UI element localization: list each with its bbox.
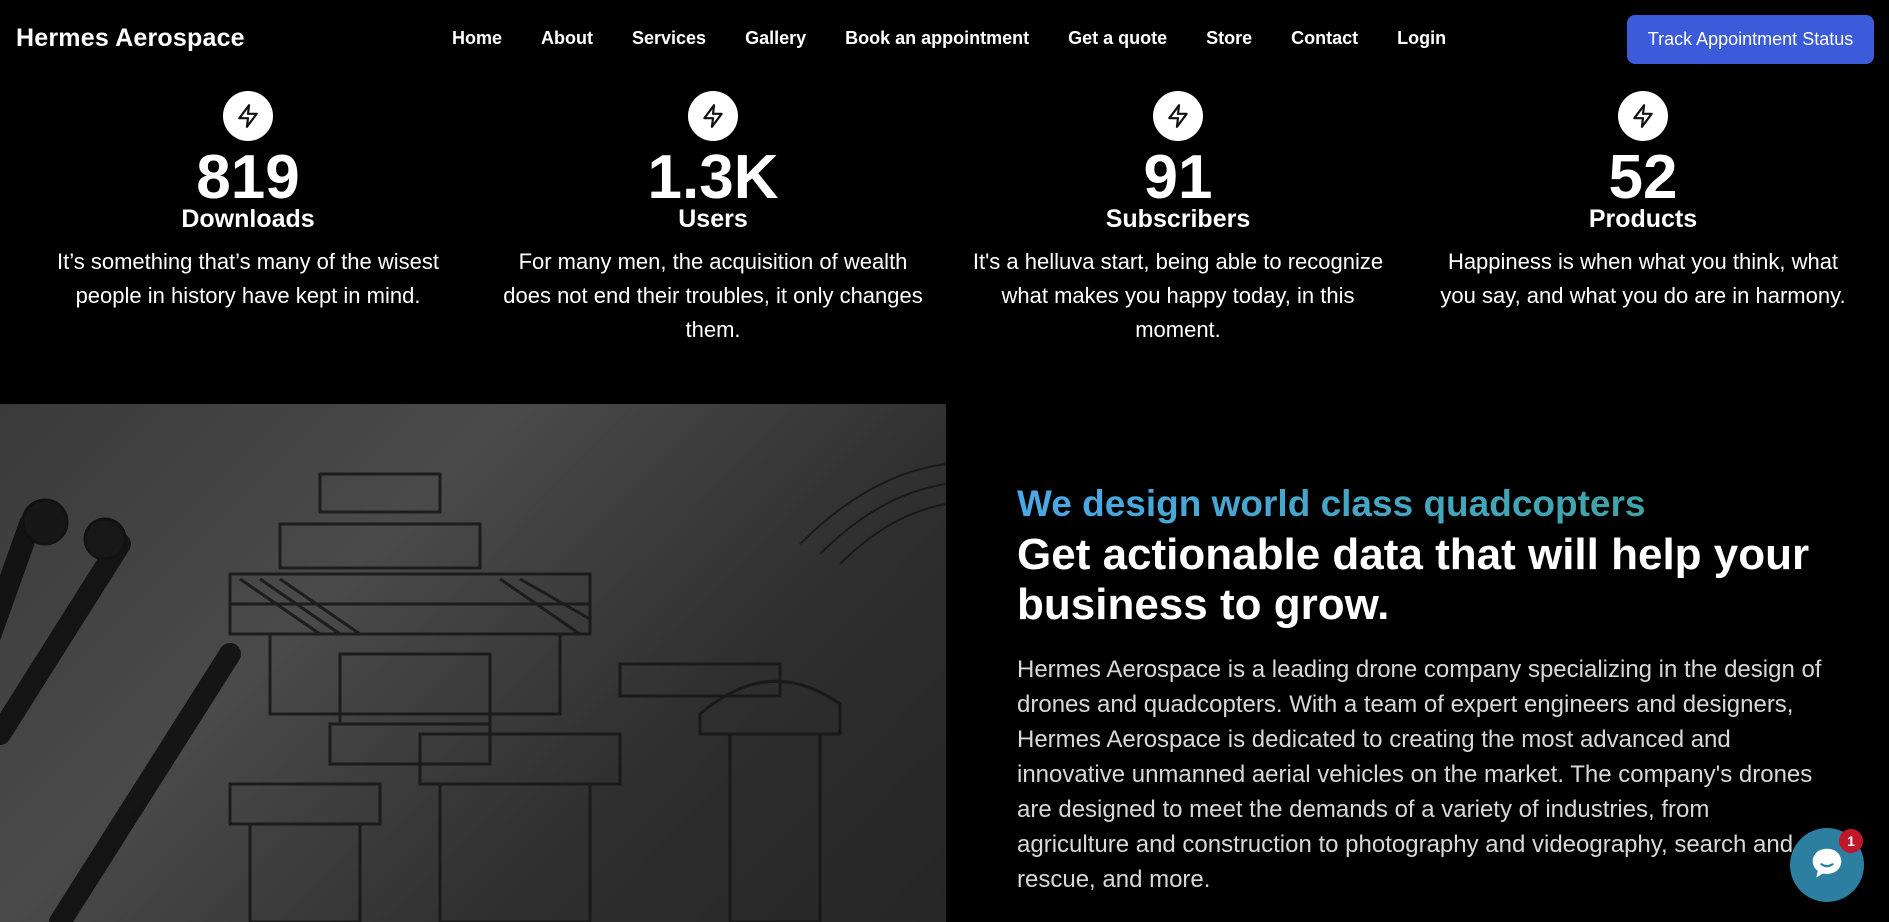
- stat-description: Happiness is when what you think, what y…: [1440, 249, 1846, 308]
- page: Hermes Aerospace Home About Services Gal…: [0, 0, 1889, 922]
- stat-users: 1.3K Users For many men, the acquisition…: [493, 82, 933, 347]
- nav-store[interactable]: Store: [1206, 28, 1252, 49]
- about-text: We design world class quadcopters Get ac…: [1017, 482, 1827, 897]
- stat-label: Products: [1588, 205, 1698, 233]
- main-menu: Home About Services Gallery Book an appo…: [452, 28, 1485, 49]
- section-body: Hermes Aerospace is a leading drone comp…: [1017, 656, 1822, 893]
- nav-services[interactable]: Services: [632, 28, 706, 49]
- about-section: We design world class quadcopters Get ac…: [0, 404, 1889, 922]
- stat-description: For many men, the acquisition of wealth …: [503, 249, 923, 342]
- lightning-icon: [223, 91, 273, 141]
- lightning-icon: [1153, 91, 1203, 141]
- nav-login[interactable]: Login: [1397, 28, 1446, 49]
- nav-gallery[interactable]: Gallery: [745, 28, 806, 49]
- top-navbar: Hermes Aerospace Home About Services Gal…: [0, 0, 1889, 82]
- stat-description: It's a helluva start, being able to reco…: [972, 249, 1384, 342]
- section-headline: Get actionable data that will help your …: [1017, 530, 1810, 629]
- stat-products: 52 Products Happiness is when what you t…: [1423, 82, 1863, 313]
- stat-label: Downloads: [181, 205, 315, 233]
- blueprint-image: [0, 404, 946, 922]
- stat-subscribers: 91 Subscribers It's a helluva start, bei…: [958, 82, 1398, 347]
- nav-book-appointment[interactable]: Book an appointment: [845, 28, 1029, 49]
- track-appointment-status-button[interactable]: Track Appointment Status: [1627, 15, 1874, 64]
- nav-get-quote[interactable]: Get a quote: [1068, 28, 1167, 49]
- section-kicker: We design world class quadcopters: [1017, 482, 1827, 526]
- chat-icon: [1808, 844, 1846, 887]
- lightning-icon: [688, 91, 738, 141]
- stats-section: 819 Downloads It’s something that’s many…: [0, 82, 1889, 404]
- nav-contact[interactable]: Contact: [1291, 28, 1358, 49]
- chat-notification-badge: 1: [1839, 829, 1863, 853]
- stat-value: 91: [1143, 143, 1213, 212]
- stat-value: 52: [1608, 143, 1678, 212]
- nav-about[interactable]: About: [541, 28, 593, 49]
- stat-label: Users: [678, 205, 748, 233]
- brand-logo[interactable]: Hermes Aerospace: [16, 24, 245, 53]
- stat-downloads: 819 Downloads It’s something that’s many…: [28, 82, 468, 313]
- nav-home[interactable]: Home: [452, 28, 502, 49]
- lightning-icon: [1618, 91, 1668, 141]
- stat-value: 1.3K: [647, 143, 779, 212]
- stat-label: Subscribers: [1105, 205, 1251, 233]
- stat-value: 819: [196, 143, 300, 212]
- stat-description: It’s something that’s many of the wisest…: [57, 249, 439, 308]
